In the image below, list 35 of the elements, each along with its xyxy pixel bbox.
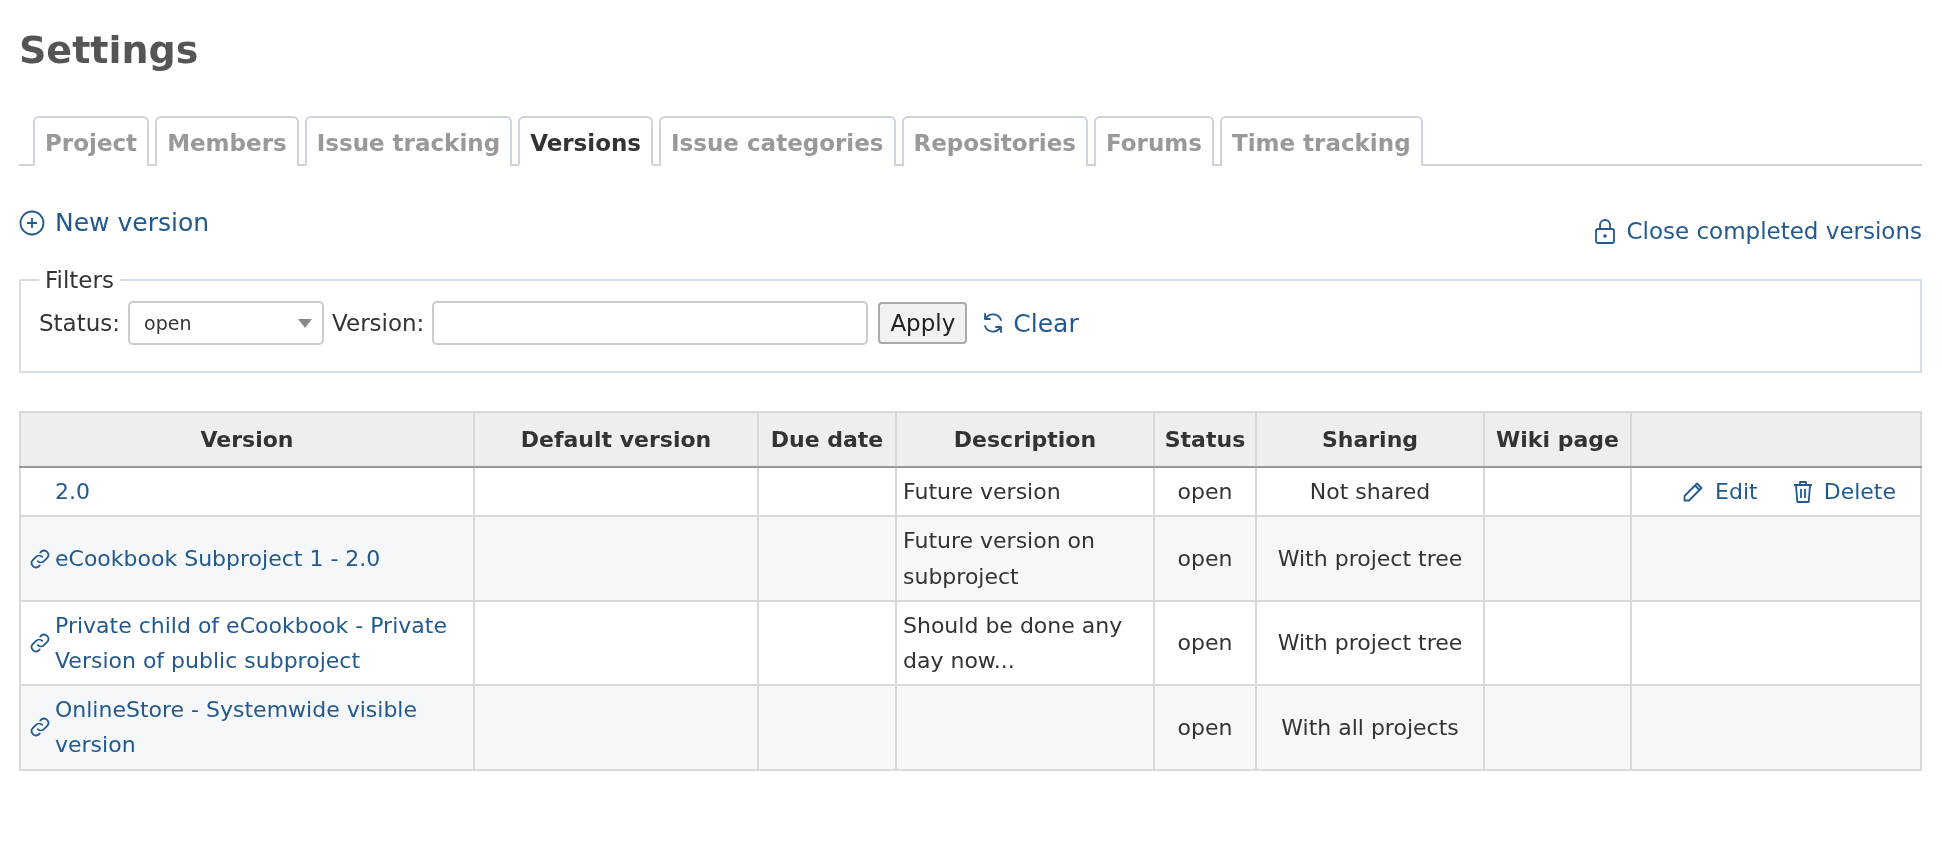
column-header: Sharing xyxy=(1256,412,1484,468)
tab[interactable]: Versions xyxy=(518,116,654,166)
sharing-text: With project tree xyxy=(1277,545,1463,571)
description-text: Future version on subproject xyxy=(903,528,1096,589)
lock-icon xyxy=(1594,217,1617,245)
status-dropdown[interactable]: open xyxy=(128,301,325,345)
description-text: Future version xyxy=(903,479,1061,505)
column-header: Description xyxy=(896,412,1154,468)
trash-icon xyxy=(1791,478,1814,505)
sharing-text: With project tree xyxy=(1277,630,1463,656)
close-completed-link[interactable]: Close completed versions xyxy=(1594,217,1922,245)
status-label: Status: xyxy=(39,310,121,336)
sharing-text: With all projects xyxy=(1281,714,1459,740)
apply-button[interactable]: Apply xyxy=(878,302,968,344)
status-text: open xyxy=(1177,545,1233,571)
status-text: open xyxy=(1177,714,1233,740)
column-header: Due date xyxy=(758,412,896,468)
version-input-field[interactable] xyxy=(432,301,869,345)
version-label: Version: xyxy=(332,310,425,336)
column-header: Version xyxy=(20,412,474,468)
new-version-link[interactable]: New version xyxy=(19,208,210,237)
description-text: Should be done any day now... xyxy=(903,612,1123,673)
column-header: Default version xyxy=(474,412,758,468)
page-title: Settings xyxy=(19,28,200,72)
status-text: open xyxy=(1177,479,1233,505)
filters-legend: Filters xyxy=(39,267,120,293)
plus-circle-icon xyxy=(19,209,45,236)
clear-link[interactable]: Clear xyxy=(981,308,1079,338)
version-link[interactable]: 2.0 xyxy=(55,474,90,510)
edit-link[interactable]: Edit xyxy=(1681,474,1758,510)
column-header: Wiki page xyxy=(1484,412,1631,468)
status-text: open xyxy=(1177,630,1233,656)
column-header: Status xyxy=(1154,412,1256,468)
sharing-text: Not shared xyxy=(1309,479,1431,505)
delete-link[interactable]: Delete xyxy=(1791,474,1896,510)
